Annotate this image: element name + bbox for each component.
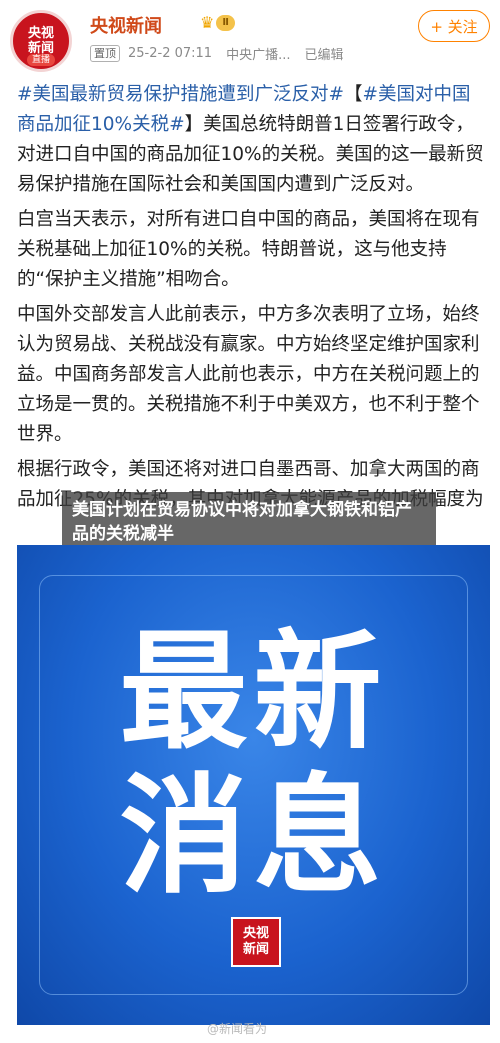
paragraph-3: 中国外交部发言人此前表示，中方多次表明了立场，始终认为贸易战、关税战没有赢家。中… — [17, 304, 480, 445]
author-name[interactable]: 央视新闻 — [90, 12, 162, 38]
banner-title-2: 消息 — [119, 762, 388, 911]
banner-title-1: 最新 — [119, 618, 388, 767]
post-content: #美国最新贸易保护措施遭到广泛反对#【#美国对中国商品加征10%关税#】美国总统… — [17, 80, 487, 520]
paragraph-2: 白宫当天表示，对所有进口自中国的商品，美国将在现有关税基础上加征10%的关税。特… — [17, 209, 480, 290]
post-meta: 置顶 25-2-2 07:11 中央广播... 已编辑 — [90, 44, 343, 63]
pinned-badge: 置顶 — [90, 45, 120, 62]
news-banner-image[interactable]: 最新 消息 央视 新闻 — [17, 545, 490, 1025]
avatar[interactable]: 央视 新闻 直播 — [10, 10, 72, 72]
logo-text-1: 央视 — [242, 926, 269, 941]
cctv-news-logo: 央视 新闻 — [231, 917, 281, 967]
avatar-text-1: 央视 — [27, 26, 54, 41]
paragraph-1: #美国最新贸易保护措施遭到广泛反对#【#美国对中国商品加征10%关税#】美国总统… — [17, 80, 487, 200]
bracket-open: 【 — [344, 84, 363, 105]
topic-link-1[interactable]: #美国最新贸易保护措施遭到广泛反对# — [17, 84, 344, 105]
live-badge: 直播 — [27, 54, 55, 66]
edited-label: 已编辑 — [304, 48, 344, 63]
post-source: 中央广播... — [226, 48, 291, 63]
vip-badge: ♛ Ⅱ — [200, 13, 235, 32]
post-header: 央视 新闻 直播 央视新闻 ♛ Ⅱ + 关注 置顶 25-2-2 07:11 中… — [0, 0, 500, 82]
follow-button[interactable]: + 关注 — [418, 10, 490, 42]
overlay-caption: 美国计划在贸易协议中将对加拿大钢铁和铝产品的关税减半 — [62, 492, 436, 552]
watermark: @新闻看为 — [207, 1022, 268, 1036]
vip-level: Ⅱ — [216, 14, 235, 31]
crown-icon: ♛ — [200, 13, 215, 32]
logo-text-2: 新闻 — [242, 942, 269, 957]
post-time: 25-2-2 07:11 — [128, 46, 213, 61]
